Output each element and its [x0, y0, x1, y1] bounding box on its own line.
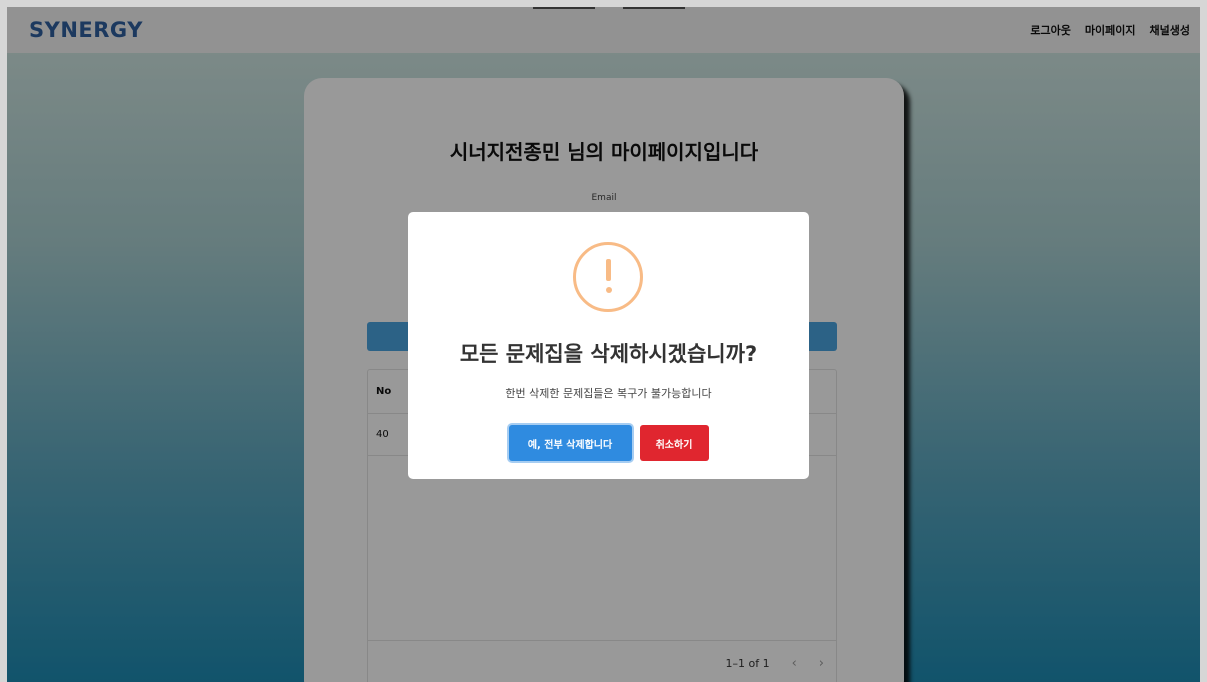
modal-actions: 예, 전부 삭제합니다 취소하기	[408, 425, 809, 461]
app-frame: SYNERGY 로그아웃 마이페이지 채널생성 시너지전종민 님의 마이페이지입…	[7, 7, 1200, 682]
warning-icon	[573, 242, 643, 312]
cancel-button[interactable]: 취소하기	[639, 425, 709, 461]
modal-title: 모든 문제집을 삭제하시겠습니까?	[459, 342, 758, 366]
confirm-delete-button[interactable]: 예, 전부 삭제합니다	[508, 425, 632, 461]
warning-icon-bar	[606, 259, 611, 281]
modal-message: 한번 삭제한 문제집들은 복구가 불가능합니다	[505, 387, 712, 400]
confirm-delete-modal: 모든 문제집을 삭제하시겠습니까? 한번 삭제한 문제집들은 복구가 불가능합니…	[408, 212, 809, 479]
warning-icon-dot	[605, 287, 612, 293]
